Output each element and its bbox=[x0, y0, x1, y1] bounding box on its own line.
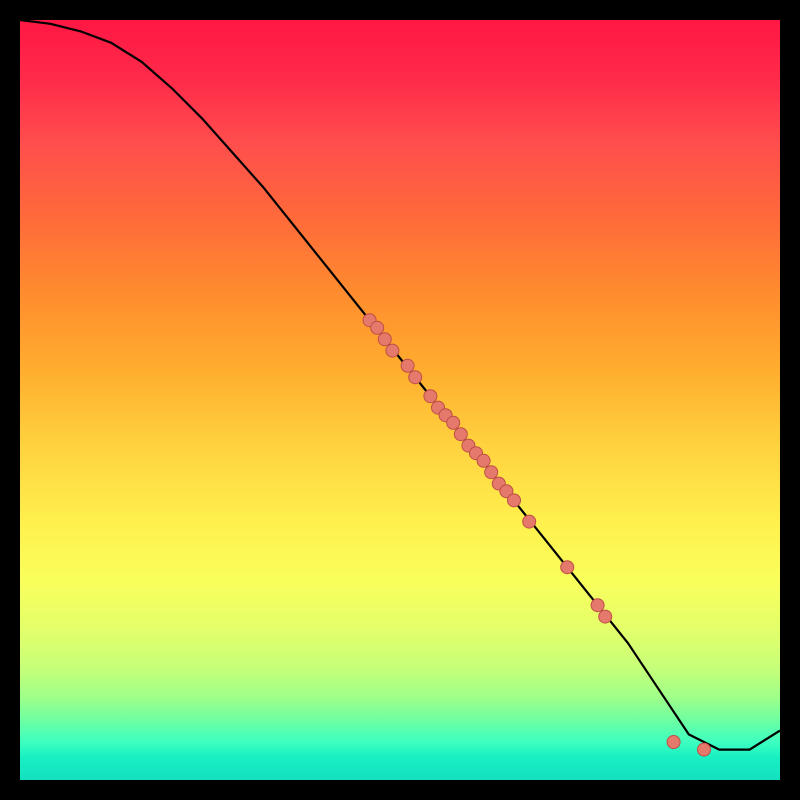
data-point bbox=[401, 359, 414, 372]
chart-frame: TheBottleneck.com bbox=[0, 0, 800, 800]
chart-svg bbox=[20, 20, 780, 780]
data-point bbox=[667, 736, 680, 749]
plot-area bbox=[20, 20, 780, 780]
data-point bbox=[485, 466, 498, 479]
data-point bbox=[599, 610, 612, 623]
data-point bbox=[371, 321, 384, 334]
data-point bbox=[378, 333, 391, 346]
data-point bbox=[454, 428, 467, 441]
data-point bbox=[591, 599, 604, 612]
data-point bbox=[409, 371, 422, 384]
data-point bbox=[698, 743, 711, 756]
data-point bbox=[508, 494, 521, 507]
data-point bbox=[447, 416, 460, 429]
bottleneck-curve bbox=[20, 20, 780, 750]
data-point bbox=[386, 344, 399, 357]
watermark-label: TheBottleneck.com bbox=[594, 0, 778, 20]
data-point bbox=[561, 561, 574, 574]
data-point bbox=[477, 454, 490, 467]
data-point bbox=[523, 515, 536, 528]
data-point bbox=[424, 390, 437, 403]
